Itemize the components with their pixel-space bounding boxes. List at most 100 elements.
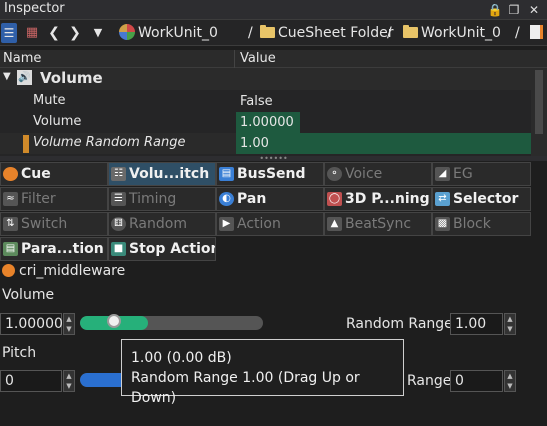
tab-label: Action [237, 216, 281, 232]
tab-beatsync[interactable]: ▲ BeatSync [324, 212, 432, 236]
breadcrumb-separator-icon: / [515, 25, 520, 41]
property-row-mute[interactable]: Mute False [0, 91, 531, 112]
back-icon[interactable]: ❮ [47, 23, 61, 43]
property-value[interactable]: False [236, 91, 273, 112]
chevron-down-icon[interactable]: ▼ [64, 324, 74, 334]
tab-label: Timing [129, 191, 177, 207]
breadcrumb-separator-icon: / [248, 25, 253, 41]
tab-filter[interactable]: ≈ Filter [0, 187, 108, 211]
slider-tooltip: 1.00 (0.00 dB) Random Range 1.00 (Drag U… [121, 339, 404, 406]
tab-label: BeatSync [345, 216, 412, 232]
property-value[interactable]: 1.00000 [236, 112, 300, 133]
forward-icon[interactable]: ❯ [68, 23, 82, 43]
tab-cue[interactable]: Cue [0, 162, 108, 186]
tab-label: Stop Action [129, 241, 216, 257]
property-row-volume-random-range[interactable]: Volume Random Range 1.00 [0, 133, 535, 154]
property-name: Mute [33, 93, 66, 108]
screenshot-icon[interactable]: ▦ [21, 23, 43, 43]
random-icon: ⚅ [111, 217, 126, 231]
tab-label: Voice [345, 166, 383, 182]
property-row-volume[interactable]: Volume 1.00000 [0, 112, 531, 133]
stop-action-icon: ■ [111, 242, 126, 256]
tab-volume-pitch[interactable]: ☷ Volu...itch [108, 162, 216, 186]
pitch-random-range-stepper[interactable]: ▲ ▼ [504, 370, 516, 392]
block-icon: ▩ [435, 217, 450, 231]
tab-voice[interactable]: ⚬ Voice [324, 162, 432, 186]
breadcrumb-workunit[interactable]: WorkUnit_0 [119, 24, 218, 42]
tab-stop-action[interactable]: ■ Stop Action [108, 237, 216, 261]
scrollbar-thumb[interactable] [535, 70, 543, 134]
tab-label: Volu...itch [129, 166, 210, 182]
breadcrumb-cuesheet-folder[interactable]: CueSheet Folder [260, 24, 393, 42]
window-title: Inspector [4, 1, 65, 16]
tab-eg[interactable]: ◢ EG [432, 162, 531, 186]
property-grid: ▼ 🔊 Volume Mute False Volume 1.00000 Vol… [0, 68, 535, 156]
breadcrumb-label: WorkUnit_0 [138, 25, 218, 41]
selected-row-marker [23, 135, 29, 153]
property-value[interactable]: 1.00 [236, 133, 535, 154]
speaker-icon: 🔊 [17, 70, 32, 85]
timing-icon: ☰ [111, 192, 126, 206]
chevron-up-icon[interactable]: ▲ [505, 314, 515, 324]
close-icon[interactable]: ✕ [526, 2, 542, 18]
folder-icon [260, 25, 275, 38]
tab-switch[interactable]: ⇅ Switch [0, 212, 108, 236]
filter-icon: ≈ [3, 192, 18, 206]
history-dropdown-icon[interactable]: ▼ [91, 23, 105, 43]
pitch-input[interactable]: 0 [0, 370, 62, 392]
tab-3d-panning[interactable]: ◯ 3D P...ning [324, 187, 432, 211]
property-grid-scrollbar[interactable] [531, 68, 547, 156]
pan-icon: ◐ [219, 192, 234, 206]
property-grid-header: Name Value [0, 50, 547, 68]
group-row-volume[interactable]: ▼ 🔊 Volume [0, 68, 531, 90]
chevron-up-icon[interactable]: ▲ [64, 314, 74, 324]
pitch-random-range-label: Range [407, 373, 452, 389]
collapse-icon[interactable]: ▼ [3, 71, 11, 82]
tab-label: 3D P...ning [345, 191, 430, 207]
bussend-icon: ▤ [219, 167, 234, 181]
chevron-down-icon[interactable]: ▼ [505, 324, 515, 334]
pitch-stepper[interactable]: ▲ ▼ [63, 370, 75, 392]
chevron-down-icon[interactable]: ▼ [64, 381, 74, 391]
restore-icon[interactable]: ❐ [506, 2, 522, 18]
title-bar: Inspector 🔒 ❐ ✕ [0, 0, 547, 20]
tab-block[interactable]: ▩ Block [432, 212, 531, 236]
tab-parameter-automation[interactable]: ▤ Para...tion [0, 237, 108, 261]
lock-icon[interactable]: 🔒 [487, 2, 503, 18]
tab-label: Block [453, 216, 491, 232]
chevron-up-icon[interactable]: ▲ [505, 371, 515, 381]
breadcrumb-label: CueSheet Folder [278, 25, 394, 41]
name-column-header[interactable]: Name [3, 51, 41, 66]
tab-timing[interactable]: ☰ Timing [108, 187, 216, 211]
volume-input[interactable]: 1.00000 [0, 313, 63, 335]
tab-selector[interactable]: ⇄ Selector [432, 187, 531, 211]
file-icon[interactable] [530, 24, 543, 42]
chevron-up-icon[interactable]: ▲ [64, 371, 74, 381]
pitch-random-range-input[interactable]: 0 [450, 370, 503, 392]
tab-pan[interactable]: ◐ Pan [216, 187, 324, 211]
volume-slider-knob[interactable] [107, 314, 121, 328]
tab-label: Pan [237, 191, 267, 207]
random-range-input[interactable]: 1.00 [450, 313, 503, 335]
tab-label: Random [129, 216, 187, 232]
value-column-header[interactable]: Value [240, 51, 276, 66]
tab-action[interactable]: ▶ Action [216, 212, 324, 236]
tab-bussend[interactable]: ▤ BusSend [216, 162, 324, 186]
tab-random[interactable]: ⚅ Random [108, 212, 216, 236]
chevron-down-icon[interactable]: ▼ [505, 381, 515, 391]
random-range-stepper[interactable]: ▲ ▼ [504, 313, 516, 335]
column-divider[interactable] [234, 50, 235, 68]
object-name: cri_middleware [2, 263, 125, 279]
tab-label: Cue [21, 166, 51, 182]
pitch-label: Pitch [2, 345, 37, 361]
selector-icon: ⇄ [435, 192, 450, 206]
action-icon: ▶ [219, 217, 234, 231]
pane-splitter[interactable]: •••••• [0, 155, 547, 163]
parameter-automation-icon: ▤ [3, 242, 18, 256]
tab-label: Filter [21, 191, 56, 207]
tab-label: BusSend [237, 166, 306, 182]
volume-stepper[interactable]: ▲ ▼ [63, 313, 75, 335]
list-view-icon[interactable]: ☰ [1, 23, 17, 43]
breadcrumb-workunit-folder[interactable]: WorkUnit_0 [403, 24, 501, 42]
panel-scrollbar[interactable] [531, 300, 547, 426]
